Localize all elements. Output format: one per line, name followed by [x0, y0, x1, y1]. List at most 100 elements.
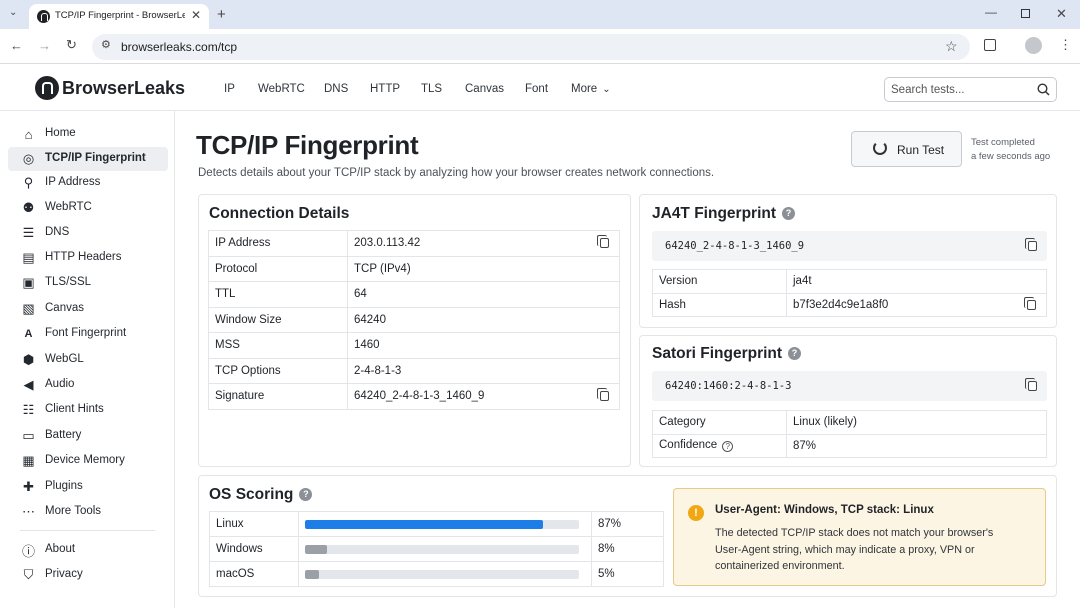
- table-row: TCP Options 2-4-8-1-3: [208, 357, 620, 384]
- sidebar-item-label: Font Fingerprint: [45, 327, 127, 339]
- database-icon: ☰: [22, 225, 35, 240]
- shield-icon: ⛉: [23, 567, 34, 582]
- browser-menu-icon[interactable]: ⋮: [1059, 38, 1072, 51]
- cube-icon: ⬢: [22, 352, 35, 367]
- nav-link-http[interactable]: HTTP: [370, 83, 400, 95]
- ja4t-title-text: JA4T Fingerprint: [652, 205, 777, 222]
- help-icon[interactable]: ?: [788, 347, 802, 360]
- search-box[interactable]: [884, 77, 1057, 102]
- sidebar-item-more-tools[interactable]: ⋯ More Tools: [8, 500, 168, 524]
- new-tab-icon[interactable]: +: [217, 7, 226, 22]
- browser-tab[interactable]: TCP/IP Fingerprint - BrowserLeaks ✕: [29, 4, 209, 29]
- nav-link-font[interactable]: Font: [525, 83, 548, 95]
- nav-link-tls[interactable]: TLS: [421, 83, 442, 95]
- hash-value: b7f3e2d4c9e1a8f0: [793, 298, 889, 311]
- row-label: TTL: [208, 281, 348, 308]
- search-input[interactable]: [891, 82, 1031, 98]
- window-close-icon[interactable]: ✕: [1056, 7, 1067, 20]
- refresh-icon: [873, 141, 887, 155]
- site-settings-icon[interactable]: ⚙: [101, 40, 111, 51]
- nav-link-canvas[interactable]: Canvas: [465, 83, 504, 95]
- list-icon: ☷: [22, 402, 35, 417]
- row-label: MSS: [208, 332, 348, 359]
- copy-icon[interactable]: [1024, 296, 1036, 310]
- page-title: TCP/IP Fingerprint: [196, 130, 419, 160]
- run-test-button[interactable]: Run Test: [851, 131, 962, 167]
- address-bar[interactable]: ⚙ browserleaks.com/tcp ☆: [92, 34, 970, 60]
- satori-hash-box: 64240:1460:2-4-8-1-3: [652, 371, 1047, 401]
- nav-link-more[interactable]: More ⌄: [571, 83, 611, 95]
- row-label: Hash: [652, 292, 787, 317]
- sidebar-item-webrtc[interactable]: ⚉ WebRTC: [8, 196, 168, 220]
- home-icon: ⌂: [24, 126, 33, 142]
- run-test-label: Run Test: [897, 143, 945, 157]
- users-icon: ⚉: [22, 200, 35, 215]
- location-pin-icon: ⚲: [23, 175, 34, 190]
- nav-link-dns[interactable]: DNS: [324, 83, 348, 95]
- sidebar-item-device-memory[interactable]: ▦ Device Memory: [8, 449, 168, 473]
- brand-name[interactable]: BrowserLeaks: [62, 78, 185, 99]
- sidebar-item-plugins[interactable]: ✚ Plugins: [8, 475, 168, 499]
- table-row: Confidence? 87%: [652, 433, 1047, 458]
- browser-toolbar: ← → ↻ ⚙ browserleaks.com/tcp ☆ ⋮: [0, 29, 1080, 64]
- sidebar-item-http-headers[interactable]: ▤ HTTP Headers: [8, 246, 168, 270]
- mismatch-warning: ! User-Agent: Windows, TCP stack: Linux …: [673, 488, 1046, 586]
- sidebar-item-client-hints[interactable]: ☷ Client Hints: [8, 398, 168, 422]
- reload-icon[interactable]: ↻: [66, 38, 77, 51]
- sidebar-item-canvas[interactable]: ▧ Canvas: [8, 297, 168, 321]
- os-bar-cell: [298, 536, 592, 562]
- nav-link-ip[interactable]: IP: [224, 83, 235, 95]
- copy-icon[interactable]: [1025, 378, 1037, 391]
- help-icon[interactable]: ?: [299, 488, 313, 501]
- extensions-icon[interactable]: [984, 39, 996, 51]
- back-icon[interactable]: ←: [10, 39, 23, 52]
- sidebar-item-font-fingerprint[interactable]: A Font Fingerprint: [8, 322, 168, 346]
- sidebar-item-webgl[interactable]: ⬢ WebGL: [8, 348, 168, 372]
- sidebar-item-battery[interactable]: ▭ Battery: [8, 424, 168, 448]
- copy-icon[interactable]: [1025, 238, 1037, 251]
- tab-title: TCP/IP Fingerprint - BrowserLeaks: [55, 10, 185, 21]
- sidebar-item-dns[interactable]: ☰ DNS: [8, 221, 168, 245]
- warning-icon: !: [688, 505, 704, 521]
- sidebar-item-privacy[interactable]: ⛉ Privacy: [8, 563, 168, 587]
- sidebar-item-tls-ssl[interactable]: ▣ TLS/SSL: [8, 271, 168, 295]
- tab-close-icon[interactable]: ✕: [191, 8, 201, 22]
- brand-logo-icon[interactable]: [35, 76, 59, 100]
- progress-fill: [305, 544, 327, 554]
- sidebar-item-label: More Tools: [45, 505, 102, 517]
- status-time: a few seconds ago: [971, 151, 1051, 162]
- row-label: Protocol: [208, 255, 348, 282]
- row-label: Window Size: [208, 306, 348, 333]
- bookmark-star-icon[interactable]: ☆: [945, 39, 958, 53]
- ja4t-table: Version ja4t Hash b7f3e2d4c9e1a8f0: [652, 269, 1047, 317]
- connection-details-card: Connection Details IP Address 203.0.113.4…: [198, 194, 631, 467]
- os-scoring-table: Linux 87% Windows 8% macOS 5%: [209, 511, 664, 587]
- progress-fill: [305, 569, 319, 579]
- sidebar-item-about[interactable]: ⓘ About: [8, 538, 168, 562]
- satori-fingerprint-card: Satori Fingerprint? 64240:1460:2-4-8-1-3…: [639, 335, 1057, 467]
- table-row: Category Linux (likely): [652, 410, 1047, 435]
- table-row: Version ja4t: [652, 269, 1047, 294]
- row-value: ja4t: [786, 269, 1047, 294]
- row-label: Version: [652, 269, 787, 294]
- sidebar-item-ip-address[interactable]: ⚲ IP Address: [8, 171, 168, 195]
- minimize-icon[interactable]: —: [985, 6, 997, 18]
- profile-avatar-icon[interactable]: [1025, 37, 1042, 54]
- sidebar-item-home[interactable]: ⌂ Home: [8, 122, 168, 146]
- tab-list-chevron-icon[interactable]: ⌄: [9, 8, 17, 18]
- copy-icon[interactable]: [597, 388, 609, 401]
- help-icon[interactable]: ?: [782, 207, 796, 220]
- image-icon: ▧: [22, 301, 35, 316]
- sidebar-item-label: Home: [45, 127, 76, 139]
- sidebar-divider: [20, 530, 155, 531]
- copy-icon[interactable]: [597, 235, 609, 248]
- sidebar-item-tcp-ip-fingerprint[interactable]: ◎ TCP/IP Fingerprint: [8, 147, 168, 171]
- maximize-icon[interactable]: [1021, 9, 1030, 18]
- sidebar-item-label: Canvas: [45, 302, 84, 314]
- forward-icon[interactable]: →: [38, 39, 51, 52]
- font-icon: A: [24, 328, 33, 340]
- info-icon[interactable]: ?: [722, 441, 734, 453]
- search-icon[interactable]: [1037, 83, 1050, 96]
- sidebar-item-audio[interactable]: ◀ Audio: [8, 373, 168, 397]
- nav-link-webrtc[interactable]: WebRTC: [258, 83, 305, 95]
